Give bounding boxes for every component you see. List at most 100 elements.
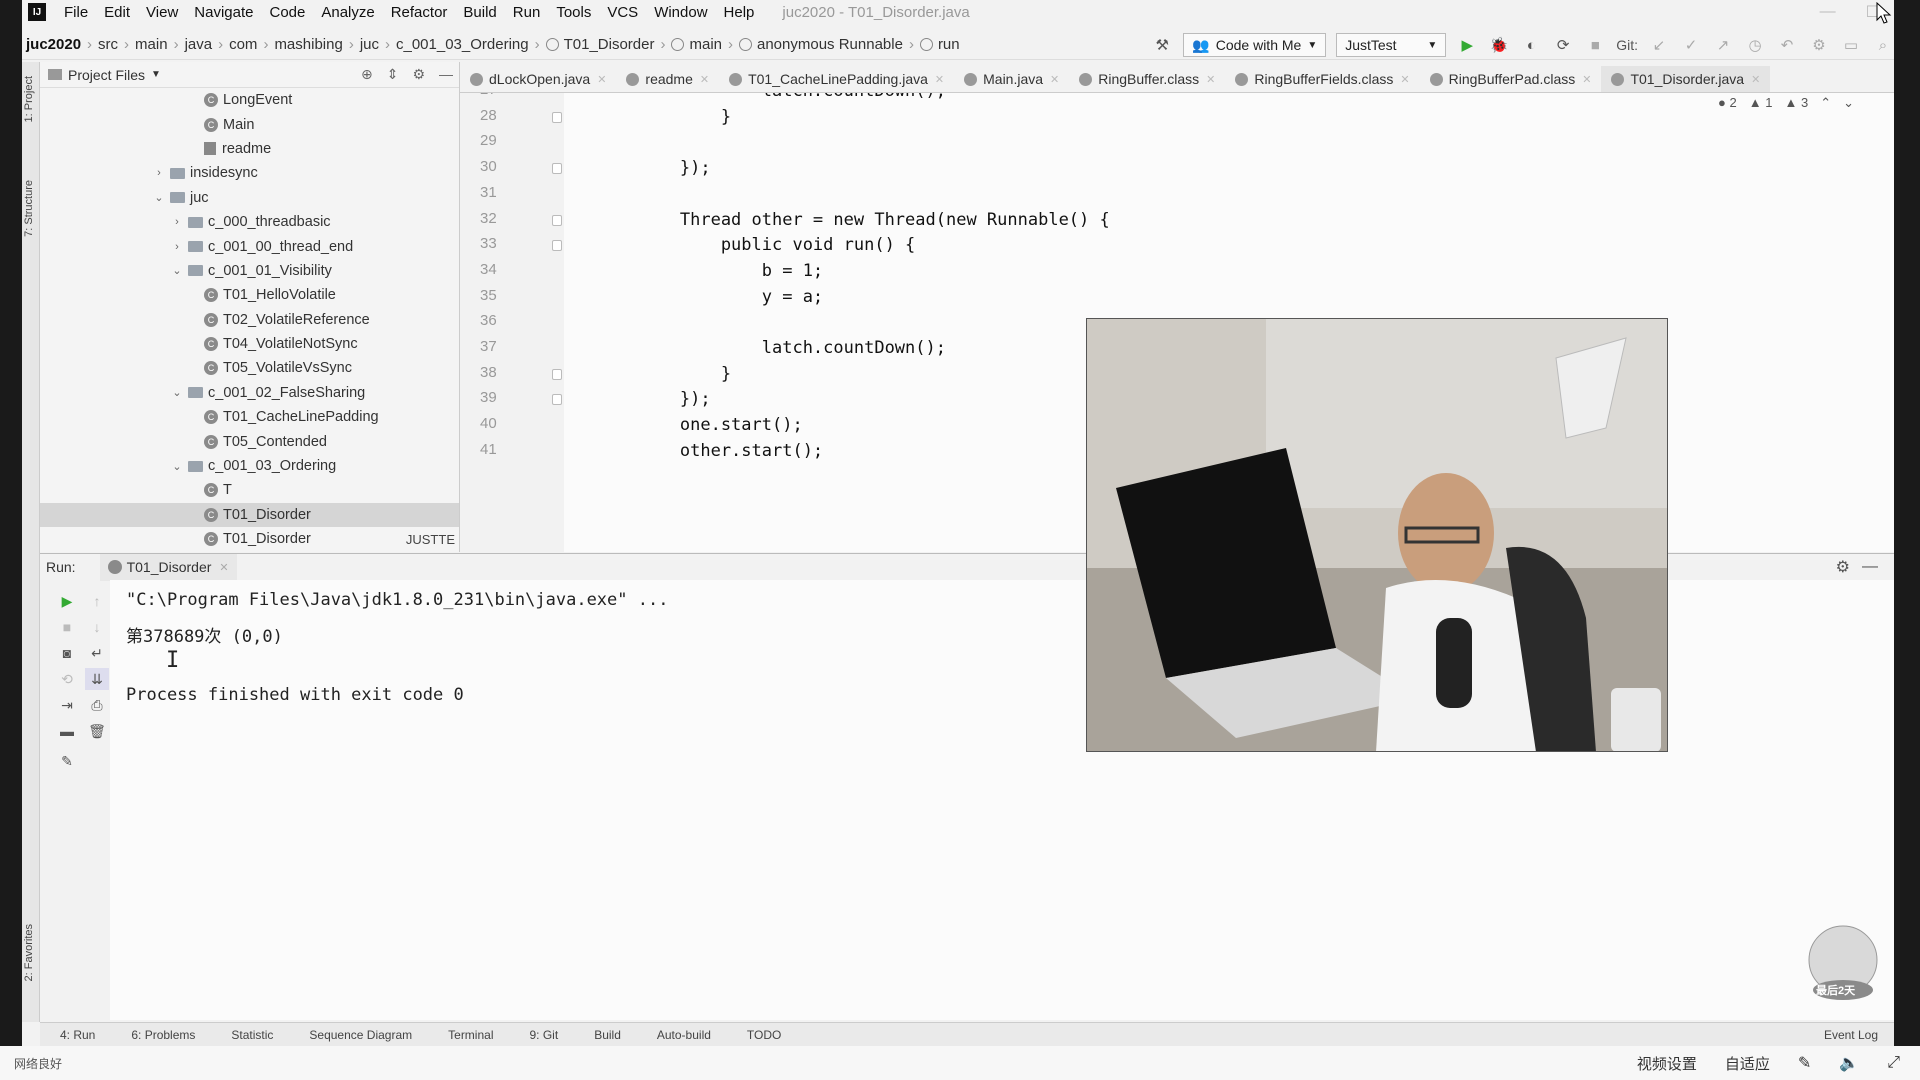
breadcrumb-item[interactable]: › T01_Disorder — [529, 36, 655, 53]
menu-tools[interactable]: Tools — [548, 4, 599, 21]
run-tab[interactable]: T01_Disorder ✕ — [99, 553, 237, 581]
video-settings-button[interactable]: 视频设置 — [1637, 1053, 1697, 1074]
stop-icon[interactable]: ■ — [1584, 34, 1606, 56]
tree-item[interactable]: C T01_Disorder — [40, 502, 459, 528]
soft-wrap-icon[interactable]: ↵ — [85, 642, 109, 664]
tree-item[interactable]: › c_000_threadbasic — [40, 210, 459, 234]
editor-tab[interactable]: Main.java ✕ — [954, 66, 1069, 92]
gear-icon[interactable]: ⚙ — [412, 66, 425, 83]
run-icon[interactable]: ▶ — [1456, 34, 1478, 56]
fit-button[interactable]: 自适应 — [1725, 1053, 1770, 1074]
bottom-tool-tab[interactable]: Build — [594, 1028, 621, 1042]
close-icon[interactable]: ✕ — [700, 73, 709, 86]
history-icon[interactable]: ◷ — [1744, 34, 1766, 56]
bottom-tool-tab[interactable]: Sequence Diagram — [309, 1028, 412, 1042]
stop-icon[interactable]: ■ — [55, 616, 79, 638]
editor-tab[interactable]: RingBufferFields.class ✕ — [1225, 66, 1419, 92]
tree-item[interactable]: › insidesync — [40, 161, 459, 185]
tool-tab-structure[interactable]: 7: Structure — [23, 180, 35, 237]
menu-edit[interactable]: Edit — [96, 4, 138, 21]
close-icon[interactable]: ✕ — [1206, 73, 1215, 86]
close-icon[interactable]: ✕ — [597, 73, 606, 86]
bottom-tool-tab[interactable]: Terminal — [448, 1028, 493, 1042]
coverage-icon[interactable]: ◐ — [1520, 34, 1542, 56]
hide-icon[interactable]: — — [1862, 558, 1878, 576]
breadcrumb-item[interactable]: › juc — [343, 36, 379, 53]
trash-icon[interactable]: 🗑 — [85, 720, 109, 742]
chevron-down-icon[interactable]: ⌄ — [170, 386, 184, 399]
tree-item[interactable]: CT — [40, 478, 459, 502]
editor-tab[interactable]: readme ✕ — [616, 66, 719, 92]
event-log-tab[interactable]: Event Log — [1824, 1028, 1878, 1042]
tree-item[interactable]: C Main — [40, 112, 459, 136]
editor-tab[interactable]: dLockOpen.java ✕ — [460, 66, 616, 92]
scroll-to-end-icon[interactable]: ⇊ — [85, 668, 109, 690]
breadcrumb-item[interactable]: › java — [168, 36, 213, 53]
tree-item[interactable]: ⌄ c_001_01_Visibility — [40, 259, 459, 283]
rollback-icon[interactable]: ↶ — [1776, 34, 1798, 56]
rerun-icon[interactable]: ▶ — [55, 590, 79, 612]
menu-file[interactable]: File — [56, 4, 96, 21]
close-icon[interactable]: ✕ — [1582, 73, 1591, 86]
git-push-icon[interactable]: ↗ — [1712, 34, 1734, 56]
tool-tab-favorites[interactable]: 2: Favorites — [23, 924, 35, 981]
close-icon[interactable]: ✕ — [1751, 73, 1760, 86]
breadcrumb-item[interactable]: › com — [212, 36, 257, 53]
menu-build[interactable]: Build — [455, 4, 504, 21]
menu-analyze[interactable]: Analyze — [313, 4, 382, 21]
editor-tab[interactable]: RingBufferPad.class ✕ — [1420, 66, 1602, 92]
tree-item[interactable]: ⌄ juc — [40, 186, 459, 210]
menu-view[interactable]: View — [138, 4, 186, 21]
tree-item[interactable]: C T05_Contended — [40, 429, 459, 453]
menu-window[interactable]: Window — [646, 4, 715, 21]
close-icon[interactable]: ✕ — [935, 73, 944, 86]
debug-icon[interactable]: 🐞 — [1488, 34, 1510, 56]
tree-item[interactable]: ⌄ c_001_02_FalseSharing — [40, 381, 459, 405]
arrow-down-icon[interactable]: ↓ — [85, 616, 109, 638]
locate-icon[interactable]: ⊕ — [361, 66, 373, 83]
bottom-tool-tab[interactable]: Auto-build — [657, 1028, 711, 1042]
tree-item[interactable]: readme — [40, 137, 459, 161]
breadcrumb-item[interactable]: › main — [118, 36, 168, 53]
editor-tab[interactable]: RingBuffer.class ✕ — [1069, 66, 1225, 92]
fold-marker-icon[interactable] — [552, 214, 562, 226]
chevron-down-icon[interactable]: ⌄ — [1843, 95, 1854, 111]
gear-icon[interactable]: ⚙ — [1836, 557, 1850, 577]
breadcrumb-item[interactable]: › c_001_03_Ordering — [379, 36, 529, 53]
chevron-down-icon[interactable]: ⌄ — [152, 191, 166, 204]
tree-item[interactable]: C LongEvent — [40, 88, 459, 112]
run-config-select[interactable]: JustTest ▼ — [1336, 33, 1447, 57]
fold-marker-icon[interactable] — [552, 163, 562, 175]
bottom-tool-tab[interactable]: TODO — [747, 1028, 781, 1042]
project-panel-header[interactable]: Project Files ▼ ⊕ ⇕ ⚙ — — [40, 62, 459, 88]
fold-marker-icon[interactable] — [552, 111, 562, 123]
tool-tab-project[interactable]: 1: Project — [23, 76, 35, 122]
bottom-tool-tab[interactable]: 4: Run — [60, 1028, 95, 1042]
tree-item[interactable]: › c_001_00_thread_end — [40, 234, 459, 258]
profile-icon[interactable]: ⟳ — [1552, 34, 1574, 56]
tree-item[interactable]: C T01_CacheLinePadding — [40, 405, 459, 429]
close-icon[interactable]: ✕ — [1400, 73, 1409, 86]
chevron-down-icon[interactable]: ⌄ — [170, 264, 184, 277]
bottom-tool-tab[interactable]: 6: Problems — [131, 1028, 195, 1042]
git-update-icon[interactable]: ↙ — [1648, 34, 1670, 56]
close-icon[interactable]: ✕ — [1050, 73, 1059, 86]
tree-item[interactable]: C T02_VolatileReference — [40, 308, 459, 332]
search-icon[interactable]: ⌕ — [1872, 34, 1894, 56]
layout-icon[interactable]: ▬ — [55, 720, 79, 742]
git-commit-icon[interactable]: ✓ — [1680, 34, 1702, 56]
editor-tab[interactable]: T01_CacheLinePadding.java ✕ — [719, 66, 954, 92]
settings-icon[interactable]: ⚙ — [1808, 34, 1830, 56]
menu-vcs[interactable]: VCS — [599, 4, 646, 21]
breadcrumb-root[interactable]: juc2020 — [26, 36, 81, 53]
fullscreen-icon[interactable]: ⤢ — [1887, 1054, 1900, 1072]
code-with-me-button[interactable]: 👥 Code with Me ▼ — [1183, 33, 1327, 57]
breadcrumb-item[interactable]: › main — [654, 36, 722, 53]
pin-icon[interactable]: ✎ — [55, 750, 79, 772]
menu-help[interactable]: Help — [716, 4, 763, 21]
arrow-up-icon[interactable]: ↑ — [85, 590, 109, 612]
tree-item[interactable]: C T04_VolatileNotSync — [40, 332, 459, 356]
fold-marker-icon[interactable] — [552, 368, 562, 380]
bottom-tool-tab[interactable]: 9: Git — [530, 1028, 559, 1042]
tree-item[interactable]: C T05_VolatileVsSync — [40, 356, 459, 380]
